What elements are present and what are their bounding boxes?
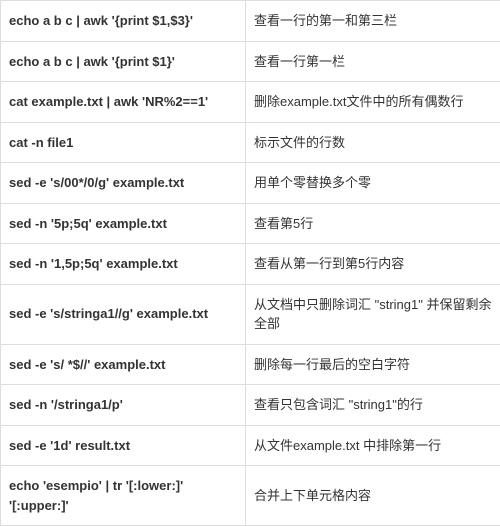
command-cell: sed -e 's/ *$//' example.txt <box>1 344 246 385</box>
description-cell: 查看一行第一栏 <box>246 41 500 82</box>
command-cell: sed -e 's/00*/0/g' example.txt <box>1 163 246 204</box>
table-row: sed -e '1d' result.txt从文件example.txt 中排除… <box>1 425 500 466</box>
command-table-wrapper: echo a b c | awk '{print $1,$3}'查看一行的第一和… <box>0 0 500 526</box>
command-cell: cat -n file1 <box>1 122 246 163</box>
description-cell: 删除每一行最后的空白字符 <box>246 344 500 385</box>
command-cell: echo a b c | awk '{print $1}' <box>1 41 246 82</box>
description-cell: 标示文件的行数 <box>246 122 500 163</box>
table-row: cat example.txt | awk 'NR%2==1'删除example… <box>1 82 500 123</box>
table-row: sed -n '1,5p;5q' example.txt查看从第一行到第5行内容 <box>1 244 500 285</box>
table-row: echo a b c | awk '{print $1,$3}'查看一行的第一和… <box>1 1 500 42</box>
command-cell: sed -n '5p;5q' example.txt <box>1 203 246 244</box>
command-cell: echo a b c | awk '{print $1,$3}' <box>1 1 246 42</box>
command-table: echo a b c | awk '{print $1,$3}'查看一行的第一和… <box>0 0 500 526</box>
description-cell: 查看一行的第一和第三栏 <box>246 1 500 42</box>
table-row: sed -e 's/00*/0/g' example.txt用单个零替换多个零 <box>1 163 500 204</box>
description-cell: 删除example.txt文件中的所有偶数行 <box>246 82 500 123</box>
table-row: echo 'esempio' | tr '[:lower:]' '[:upper… <box>1 466 500 526</box>
table-row: sed -e 's/stringa1//g' example.txt从文档中只删… <box>1 284 500 344</box>
description-cell: 从文档中只删除词汇 "string1" 并保留剩余全部 <box>246 284 500 344</box>
command-cell: sed -e 's/stringa1//g' example.txt <box>1 284 246 344</box>
description-cell: 合并上下单元格内容 <box>246 466 500 526</box>
table-row: sed -n '5p;5q' example.txt查看第5行 <box>1 203 500 244</box>
description-cell: 从文件example.txt 中排除第一行 <box>246 425 500 466</box>
description-cell: 查看第5行 <box>246 203 500 244</box>
table-row: cat -n file1标示文件的行数 <box>1 122 500 163</box>
command-cell: cat example.txt | awk 'NR%2==1' <box>1 82 246 123</box>
description-cell: 用单个零替换多个零 <box>246 163 500 204</box>
command-cell: sed -e '1d' result.txt <box>1 425 246 466</box>
table-row: sed -e 's/ *$//' example.txt删除每一行最后的空白字符 <box>1 344 500 385</box>
command-cell: sed -n '/stringa1/p' <box>1 385 246 426</box>
command-table-body: echo a b c | awk '{print $1,$3}'查看一行的第一和… <box>1 1 500 526</box>
table-row: echo a b c | awk '{print $1}'查看一行第一栏 <box>1 41 500 82</box>
description-cell: 查看只包含词汇 "string1"的行 <box>246 385 500 426</box>
command-cell: sed -n '1,5p;5q' example.txt <box>1 244 246 285</box>
table-row: sed -n '/stringa1/p'查看只包含词汇 "string1"的行 <box>1 385 500 426</box>
command-cell: echo 'esempio' | tr '[:lower:]' '[:upper… <box>1 466 246 526</box>
description-cell: 查看从第一行到第5行内容 <box>246 244 500 285</box>
